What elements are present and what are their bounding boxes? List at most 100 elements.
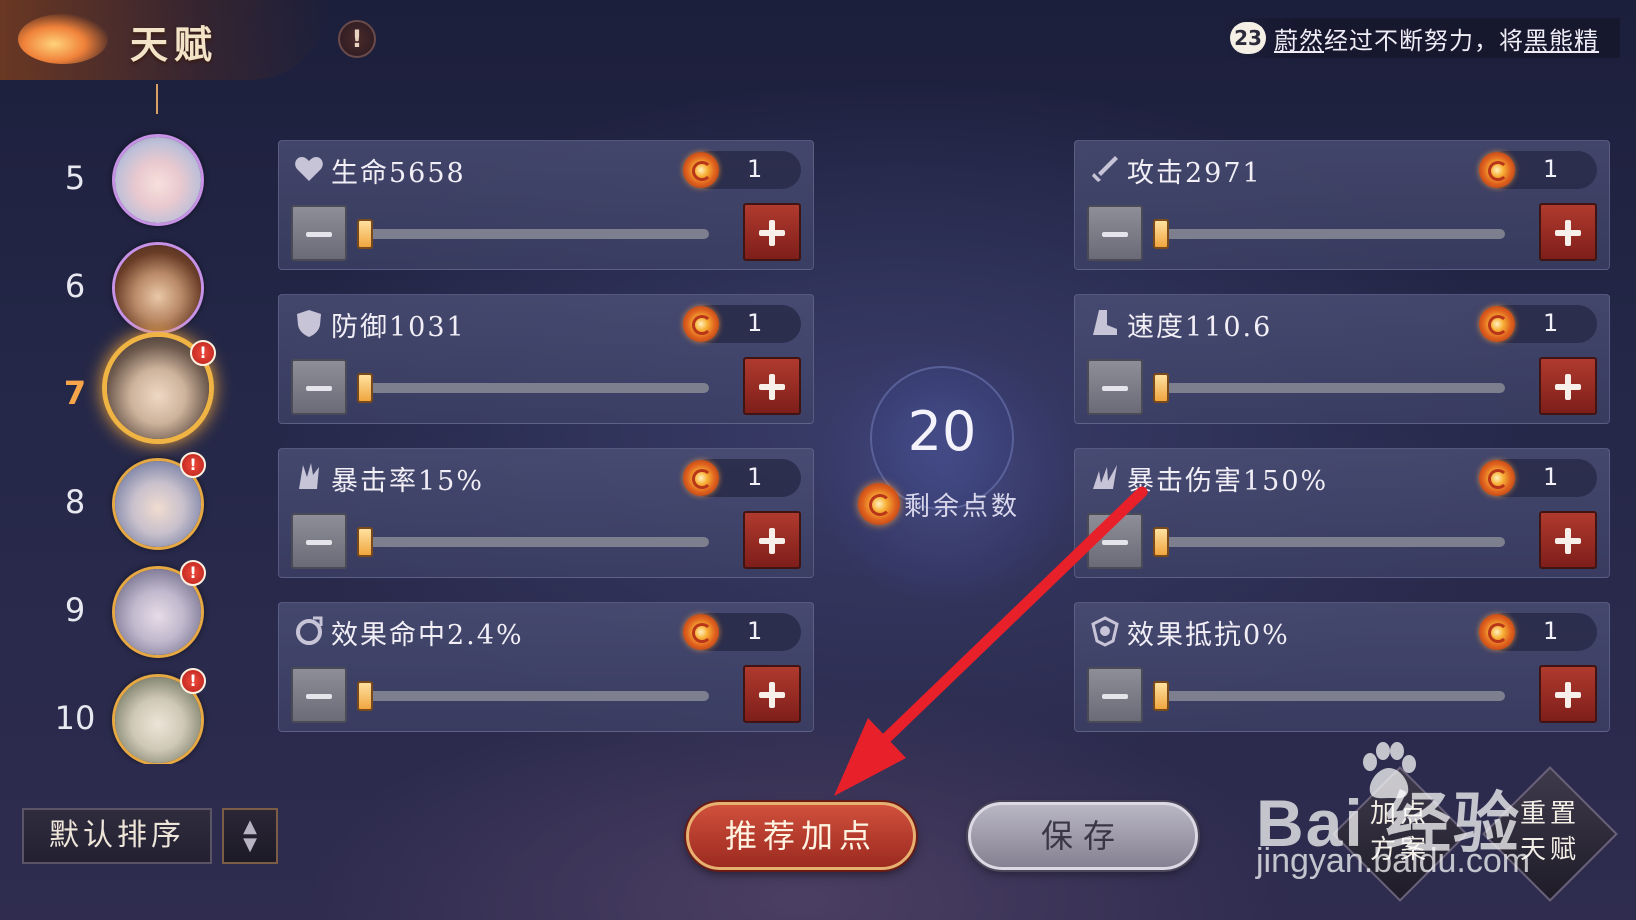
stat-label: 防御1031 [331,312,466,343]
cost-value: 1 [747,155,763,183]
target-icon [296,616,323,645]
stat-slider[interactable] [1153,527,1505,557]
stat-label: 暴击伤害150% [1127,466,1329,497]
stat-slider[interactable] [357,373,709,403]
cost-value: 1 [1543,155,1559,183]
decrease-button[interactable] [291,205,347,261]
hero-portrait [115,245,201,331]
stat-label: 速度110.6 [1127,312,1273,343]
hero-avatar[interactable] [112,134,204,226]
cost-value: 1 [1543,463,1559,491]
decrease-button[interactable] [1087,667,1143,723]
hero-list-connector [156,84,158,114]
stat-slider[interactable] [1153,681,1505,711]
stat-label: 效果抵抗0% [1127,620,1290,651]
talent-coin-icon [683,460,719,496]
alert-badge-icon: ! [180,452,206,478]
increase-button[interactable] [1539,665,1597,723]
slider-handle[interactable] [1153,219,1169,249]
stat-card-hp: 生命5658 1 [278,140,814,270]
info-button[interactable]: ! [338,20,376,58]
hero-slot-10[interactable]: 10 ! [40,664,240,764]
stat-card-effect-hit: 效果命中2.4% 1 [278,602,814,732]
hero-level: 9 [64,591,86,629]
cost-pill: 1 [1479,459,1597,497]
reset-talent-label-line1: 重置 [1519,799,1580,829]
stat-label: 攻击2971 [1127,158,1262,189]
stat-label: 生命5658 [331,158,466,189]
save-button[interactable]: 保存 [968,802,1198,870]
stat-slider[interactable] [357,527,709,557]
alert-badge-icon: ! [190,340,216,366]
increase-button[interactable] [743,665,801,723]
stat-slider[interactable] [357,219,709,249]
reset-talent-label-line2: 天赋 [1519,835,1580,865]
hero-level: 6 [64,267,86,305]
increase-button[interactable] [1539,357,1597,415]
slider-handle[interactable] [1153,373,1169,403]
talent-coin-icon [683,614,719,650]
point-plan-label: 加点 方案 [1345,796,1455,868]
stat-label: 暴击率15% [331,466,485,497]
sort-dropdown[interactable]: 默认排序 [22,808,212,864]
boot-icon [1093,310,1117,335]
stat-card-effect-resist: 效果抵抗0% 1 [1074,602,1610,732]
slider-handle[interactable] [357,527,373,557]
cost-value: 1 [1543,617,1559,645]
resist-icon [1091,616,1119,647]
page-title: 天赋 [130,22,219,67]
slider-handle[interactable] [1153,681,1169,711]
slider-handle[interactable] [357,681,373,711]
cost-value: 1 [747,309,763,337]
stat-card-defense: 防御1031 1 [278,294,814,424]
decrease-button[interactable] [1087,513,1143,569]
talent-coin-icon [1479,460,1515,496]
decrease-button[interactable] [291,513,347,569]
cost-pill: 1 [1479,613,1597,651]
hero-slot-5[interactable]: 5 [40,124,240,234]
stat-card-speed: 速度110.6 1 [1074,294,1610,424]
increase-button[interactable] [1539,203,1597,261]
announcement-marquee: 23 蔚然经过不断努力，将黑熊精 [1220,18,1620,58]
reset-talent-label: 重置 天赋 [1495,796,1605,868]
hero-slot-9[interactable]: 9 ! [40,556,240,666]
stat-slider[interactable] [1153,219,1505,249]
sort-toggle-button[interactable]: ▲ ▼ [222,808,278,864]
hero-slot-8[interactable]: 8 ! [40,448,240,558]
hero-slot-6[interactable]: 6 [40,232,240,342]
cost-value: 1 [747,463,763,491]
recommend-points-button[interactable]: 推荐加点 [686,802,916,870]
hero-level: 8 [64,483,86,521]
increase-button[interactable] [1539,511,1597,569]
decrease-button[interactable] [291,359,347,415]
player-name-link[interactable]: 蔚然 [1274,27,1324,55]
hero-name-link[interactable]: 黑熊精 [1524,27,1599,55]
announcement-middle: 经过不断努力，将 [1324,26,1524,55]
hero-avatar[interactable] [112,242,204,334]
stat-card-crit-damage: 暴击伤害150% 1 [1074,448,1610,578]
increase-button[interactable] [743,511,801,569]
increase-button[interactable] [743,203,801,261]
point-plan-label-line1: 加点 [1369,799,1430,829]
decrease-button[interactable] [291,667,347,723]
sword-icon [1092,156,1118,182]
stat-slider[interactable] [357,681,709,711]
cost-value: 1 [747,617,763,645]
cost-pill: 1 [683,151,801,189]
claw-icon [1093,465,1117,489]
increase-button[interactable] [743,357,801,415]
talent-coin-icon [1479,152,1515,188]
shield-icon [297,310,321,337]
remaining-points-value: 20 [907,400,977,463]
slider-handle[interactable] [1153,527,1169,557]
slider-handle[interactable] [357,219,373,249]
hero-slot-7[interactable]: 7 ! [40,332,240,444]
cost-value: 1 [1543,309,1559,337]
hero-level: 10 [54,699,96,737]
level-badge: 23 [1230,22,1266,54]
decrease-button[interactable] [1087,205,1143,261]
stat-slider[interactable] [1153,373,1505,403]
slider-handle[interactable] [357,373,373,403]
talent-coin-icon [683,306,719,342]
decrease-button[interactable] [1087,359,1143,415]
